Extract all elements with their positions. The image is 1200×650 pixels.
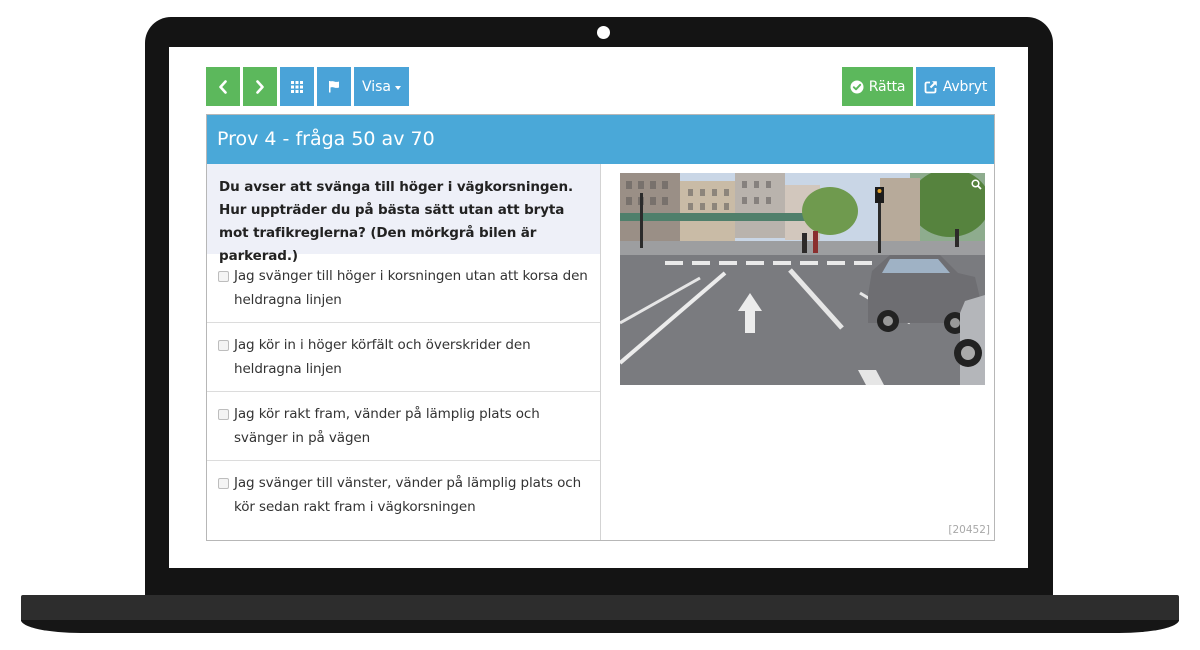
external-link-icon	[924, 80, 938, 94]
abort-button[interactable]: Avbryt	[916, 67, 995, 106]
question-image[interactable]	[620, 173, 985, 385]
question-id: [20452]	[948, 524, 990, 536]
check-answer-button[interactable]: Rätta	[842, 67, 913, 106]
next-button[interactable]	[243, 67, 277, 106]
answer-text: Jag svänger till höger i korsningen utan…	[234, 268, 588, 308]
view-dropdown-button[interactable]: Visa	[354, 67, 409, 106]
camera-dot	[597, 26, 610, 39]
caret-down-icon	[395, 85, 402, 90]
flag-button[interactable]	[317, 67, 351, 106]
answer-checkbox[interactable]	[218, 271, 229, 282]
flag-icon	[328, 80, 340, 93]
question-text: Du avser att svänga till höger i vägkors…	[207, 164, 600, 264]
answer-text: Jag kör in i höger körfält och överskrid…	[234, 337, 531, 377]
answer-text: Jag kör rakt fram, vänder på lämplig pla…	[234, 406, 540, 446]
grid-icon	[291, 80, 303, 93]
abort-label: Avbryt	[942, 78, 988, 95]
question-panel: Prov 4 - fråga 50 av 70 Du avser att svä…	[206, 114, 995, 541]
check-circle-icon	[850, 80, 864, 94]
question-column: Du avser att svänga till höger i vägkors…	[207, 164, 601, 540]
prev-button[interactable]	[206, 67, 240, 106]
laptop-base	[21, 595, 1179, 621]
laptop-base-shadow	[21, 620, 1179, 633]
answer-option-4[interactable]: Jag svänger till vänster, vänder på lämp…	[207, 461, 600, 530]
answer-text: Jag svänger till vänster, vänder på lämp…	[234, 475, 582, 515]
answer-checkbox[interactable]	[218, 409, 229, 420]
answer-checkbox[interactable]	[218, 340, 229, 351]
answer-option-3[interactable]: Jag kör rakt fram, vänder på lämplig pla…	[207, 392, 600, 461]
zoom-icon[interactable]	[971, 175, 982, 190]
view-label: Visa	[361, 78, 392, 95]
screen: Visa Rätta Avbryt Prov 4 - fråga 50 av 7…	[169, 47, 1028, 568]
chevron-left-icon	[218, 79, 228, 94]
chevron-right-icon	[255, 79, 265, 94]
answer-option-2[interactable]: Jag kör in i höger körfält och överskrid…	[207, 323, 600, 392]
street-scene-illustration	[620, 173, 985, 385]
exam-title: Prov 4 - fråga 50 av 70	[207, 115, 994, 164]
check-label: Rätta	[868, 78, 906, 95]
overview-grid-button[interactable]	[280, 67, 314, 106]
answer-checkbox[interactable]	[218, 478, 229, 489]
answer-option-1[interactable]: Jag svänger till höger i korsningen utan…	[207, 254, 600, 323]
